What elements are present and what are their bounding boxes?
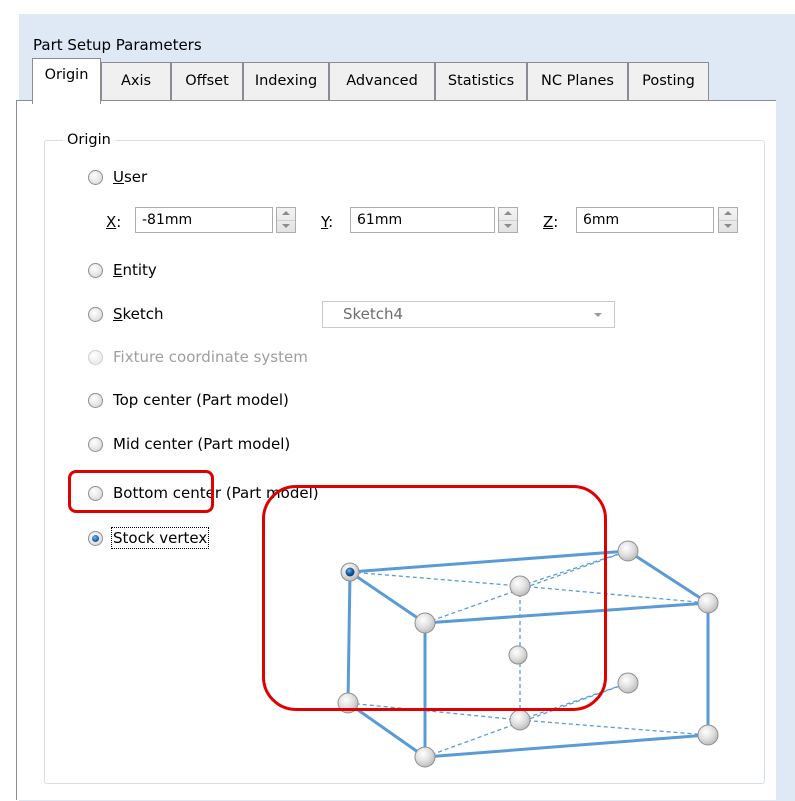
chevron-down-icon[interactable] <box>594 313 602 317</box>
x-spin-down-icon[interactable] <box>277 220 295 232</box>
vertex-top-back-right[interactable] <box>617 540 639 562</box>
x-field[interactable]: -81mm <box>135 207 273 233</box>
top-center-radio[interactable] <box>88 393 103 408</box>
sketch-select-value: Sketch4 <box>343 305 404 323</box>
vertex-bottom-front-left[interactable] <box>414 746 436 768</box>
tab-nc-planes[interactable]: NC Planes <box>527 62 628 100</box>
highlight-cube-region <box>262 485 607 711</box>
x-label: X: <box>106 213 122 231</box>
highlight-bottom-center <box>68 470 214 513</box>
entity-radio[interactable] <box>88 263 103 278</box>
stock-vertex-label[interactable]: Stock vertex <box>110 527 210 549</box>
sketch-select[interactable]: Sketch4 <box>322 301 615 328</box>
y-spin-down-icon[interactable] <box>499 220 517 232</box>
user-radio[interactable] <box>88 170 103 185</box>
tab-strip: Origin Axis Offset Indexing Advanced Sta… <box>16 58 776 104</box>
tab-advanced[interactable]: Advanced <box>329 62 435 100</box>
dialog-title: Part Setup Parameters <box>33 36 202 54</box>
z-spinner[interactable] <box>718 207 738 233</box>
tab-offset[interactable]: Offset <box>171 62 243 100</box>
sketch-label[interactable]: Sketch <box>113 305 164 323</box>
top-center-label[interactable]: Top center (Part model) <box>113 391 289 409</box>
tab-origin[interactable]: Origin <box>32 58 101 104</box>
tab-indexing[interactable]: Indexing <box>243 62 329 100</box>
tab-statistics[interactable]: Statistics <box>435 62 527 100</box>
fixture-radio <box>88 350 103 365</box>
z-spin-down-icon[interactable] <box>719 220 737 232</box>
vertex-top-front-right[interactable] <box>697 592 719 614</box>
z-field[interactable]: 6mm <box>576 207 714 233</box>
title-bar: Part Setup Parameters <box>19 14 795 54</box>
tab-posting[interactable]: Posting <box>628 62 709 100</box>
fixture-label: Fixture coordinate system <box>113 348 308 366</box>
z-label: Z: <box>543 213 559 231</box>
y-field[interactable]: 61mm <box>350 207 495 233</box>
entity-label[interactable]: Entity <box>113 261 157 279</box>
y-label: Y: <box>321 213 334 231</box>
vertex-bottom-back-right[interactable] <box>617 672 639 694</box>
user-label[interactable]: User <box>113 168 147 186</box>
sketch-radio[interactable] <box>88 307 103 322</box>
vertex-bottom-center[interactable] <box>509 709 531 731</box>
y-spinner[interactable] <box>498 207 518 233</box>
mid-center-label[interactable]: Mid center (Part model) <box>113 435 290 453</box>
mid-center-radio[interactable] <box>88 437 103 452</box>
vertex-bottom-front-right[interactable] <box>697 724 719 746</box>
origin-group-label: Origin <box>63 131 115 149</box>
stock-vertex-radio[interactable] <box>88 531 103 546</box>
x-spinner[interactable] <box>276 207 296 233</box>
tab-axis[interactable]: Axis <box>101 62 171 100</box>
